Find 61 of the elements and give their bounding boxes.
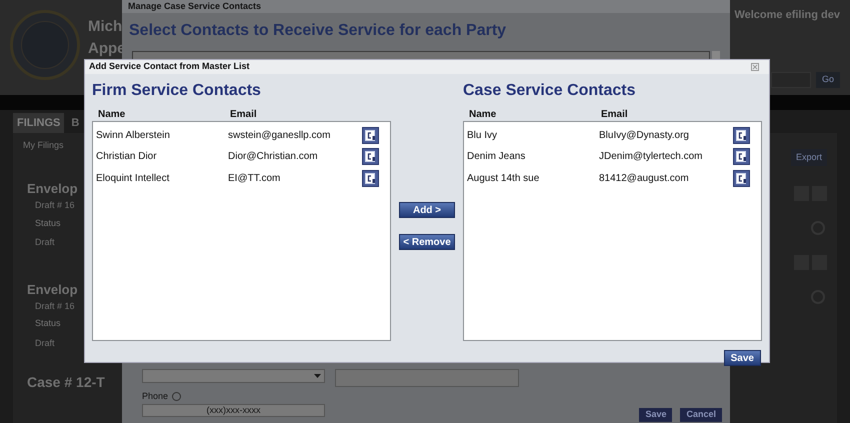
text-field[interactable] [335, 369, 519, 387]
view-contact-button[interactable] [362, 126, 379, 144]
contact-email: Dior@Christian.com [228, 150, 319, 164]
view-contact-button[interactable] [733, 148, 750, 166]
site-title: Mich [88, 18, 124, 36]
cancel-button[interactable]: Cancel [680, 408, 722, 422]
nav-tab[interactable]: B [67, 113, 84, 133]
column-header: Email [230, 108, 257, 120]
contact-name: Christian Dior [96, 150, 158, 164]
status-value: Draft [35, 236, 56, 249]
document-icon [365, 130, 376, 141]
document-icon [365, 172, 376, 184]
document-icon [365, 151, 376, 162]
phone-field[interactable]: (xxx)xxx-xxxx [142, 404, 325, 416]
search-field[interactable] [771, 72, 811, 88]
nav-tab[interactable]: FILINGS [13, 113, 64, 133]
draft-number: Draft # 16 [35, 300, 76, 312]
column-header: Name [98, 108, 126, 120]
status-label: Status [35, 317, 62, 330]
dialog-title: Manage Case Service Contacts [122, 0, 730, 13]
contact-email: JDenim@tylertech.com [599, 150, 704, 164]
document-icon [736, 130, 747, 141]
contact-name: Eloquint Intellect [96, 172, 170, 186]
view-contact-button[interactable] [362, 148, 379, 166]
contact-name: Denim Jeans [467, 150, 526, 164]
select-field[interactable] [142, 369, 325, 383]
contact-name: Blu Ivy [467, 128, 498, 143]
info-icon [172, 392, 182, 402]
envelope-title: Envelop [27, 282, 79, 298]
contact-email: EI@TT.com [228, 172, 282, 186]
case-title: Case # 12-T [27, 374, 105, 391]
column-header: Email [601, 108, 628, 120]
view-contact-button[interactable] [733, 170, 750, 187]
panel-heading: Case Service Contacts [463, 80, 637, 100]
go-button[interactable]: Go [816, 72, 840, 88]
contact-name: Swinn Alberstein [96, 128, 171, 143]
view-contact-button[interactable] [362, 170, 379, 187]
document-icon [736, 151, 747, 162]
contact-email: BluIvy@Dynasty.org [599, 128, 690, 143]
welcome-text: Welcome efiling dev [734, 8, 840, 23]
status-label: Status [35, 216, 62, 230]
add-button[interactable]: Add > [399, 202, 455, 218]
close-icon[interactable] [751, 62, 759, 71]
column-header: Name [469, 108, 498, 120]
envelope-title: Envelop [27, 181, 79, 197]
save-button[interactable]: Save [639, 408, 672, 422]
document-icon [736, 172, 747, 184]
caret-icon [314, 374, 321, 378]
phone-label: Phone [142, 390, 168, 403]
contact-name: August 14th sue [467, 172, 540, 186]
contact-email: swstein@ganesllp.com [228, 128, 332, 143]
save-button[interactable]: Save [724, 350, 761, 366]
dialog-title: Add Service Contact from Master List [89, 60, 250, 73]
export-button[interactable]: Export [791, 149, 827, 166]
draft-number: Draft # 16 [35, 199, 76, 212]
view-contact-button[interactable] [733, 126, 750, 144]
panel-heading: Firm Service Contacts [92, 80, 262, 100]
remove-button[interactable]: < Remove [399, 234, 455, 250]
contact-email: 81412@august.com [599, 172, 690, 186]
status-value: Draft [35, 336, 56, 350]
dialog-heading: Select Contacts to Receive Service for each Party [128, 21, 508, 41]
